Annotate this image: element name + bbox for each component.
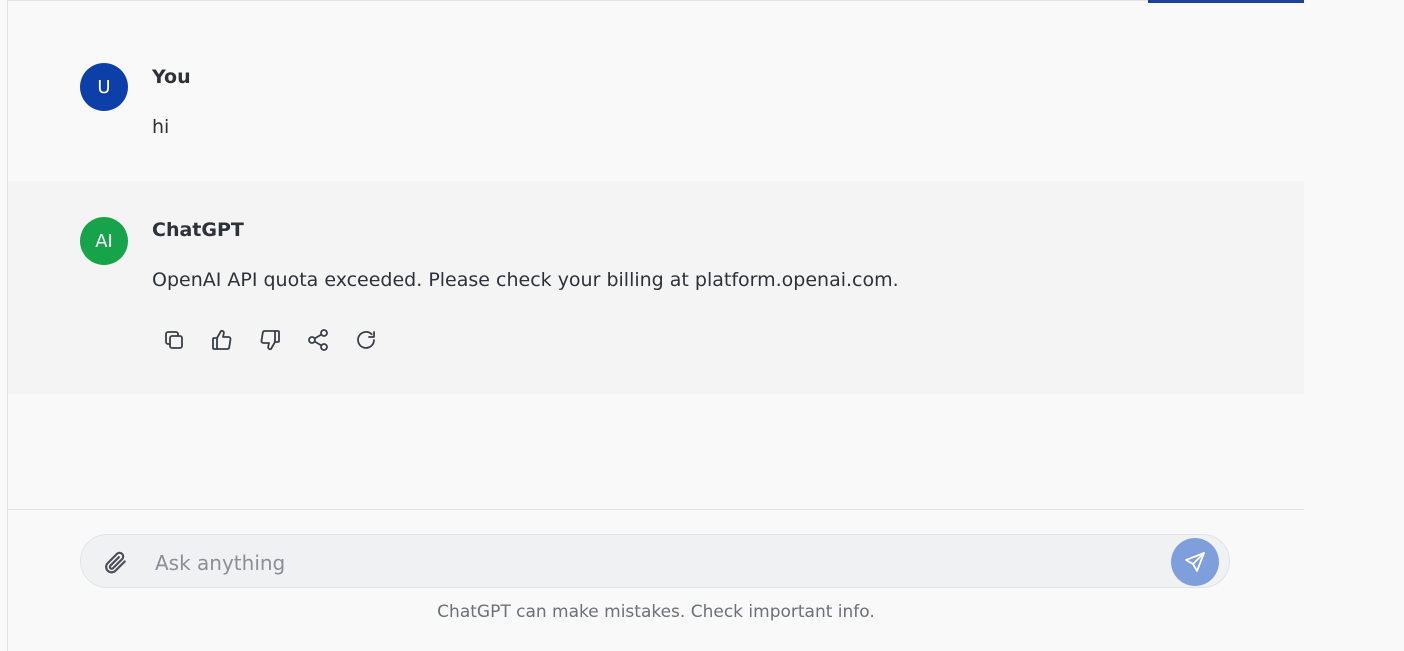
message-author: You bbox=[152, 66, 191, 88]
chat-page: U You hi AI ChatGPT OpenAI API quota exc… bbox=[0, 0, 1404, 651]
copy-button[interactable] bbox=[158, 324, 190, 356]
share-icon bbox=[308, 329, 328, 351]
active-tab-indicator bbox=[1148, 0, 1328, 3]
paperclip-icon bbox=[105, 551, 126, 574]
assistant-message: AI ChatGPT OpenAI API quota exceeded. Pl… bbox=[8, 181, 1304, 394]
message-text: OpenAI API quota exceeded. Please check … bbox=[152, 269, 899, 291]
composer-divider bbox=[8, 509, 1304, 510]
thumbs-up-icon bbox=[212, 329, 232, 350]
message-input[interactable] bbox=[153, 545, 1157, 581]
attach-button[interactable] bbox=[101, 548, 129, 576]
regenerate-button[interactable] bbox=[350, 324, 382, 356]
share-button[interactable] bbox=[302, 324, 334, 356]
send-button[interactable] bbox=[1171, 538, 1219, 586]
message-actions bbox=[158, 324, 382, 356]
send-icon bbox=[1185, 552, 1205, 572]
assistant-avatar: AI bbox=[80, 217, 128, 265]
right-rail bbox=[1304, 0, 1404, 651]
thumbs-up-button[interactable] bbox=[206, 324, 238, 356]
regenerate-icon bbox=[357, 331, 375, 349]
thumbs-down-icon bbox=[260, 330, 280, 351]
user-avatar: U bbox=[80, 63, 128, 111]
copy-icon bbox=[165, 331, 183, 349]
thumbs-down-button[interactable] bbox=[254, 324, 286, 356]
composer bbox=[80, 534, 1230, 588]
message-text: hi bbox=[152, 116, 170, 138]
user-message: U You hi bbox=[8, 28, 1304, 178]
message-author: ChatGPT bbox=[152, 219, 244, 241]
disclaimer-text: ChatGPT can make mistakes. Check importa… bbox=[437, 602, 875, 622]
